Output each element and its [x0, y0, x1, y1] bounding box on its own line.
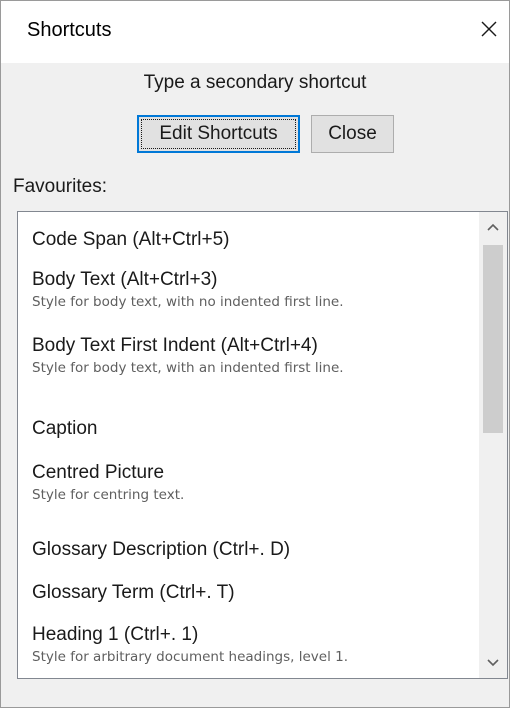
- edit-shortcuts-label: Edit Shortcuts: [159, 123, 278, 144]
- chevron-up-icon[interactable]: [479, 212, 507, 242]
- list-item[interactable]: Glossary Description (Ctrl+. D): [32, 538, 472, 562]
- chevron-down-icon[interactable]: [479, 648, 507, 678]
- item-title: Heading 1 (Ctrl+. 1): [32, 624, 199, 645]
- close-button[interactable]: Close: [311, 115, 394, 153]
- shortcuts-dialog: Shortcuts Type a secondary shortcut Edit…: [0, 0, 510, 708]
- item-description: Style for arbitrary document headings, l…: [32, 649, 349, 665]
- close-icon[interactable]: [473, 13, 505, 45]
- list-item[interactable]: Body Text (Alt+Ctrl+3) Style for body te…: [32, 268, 472, 312]
- list-item[interactable]: Caption: [32, 417, 472, 441]
- item-title: Body Text (Alt+Ctrl+3): [32, 269, 218, 290]
- item-title: Centred Picture: [32, 462, 165, 483]
- title-bar: Shortcuts: [1, 1, 509, 63]
- list-item[interactable]: Heading 1 (Ctrl+. 1) Style for arbitrary…: [32, 623, 472, 667]
- list-item[interactable]: Body Text First Indent (Alt+Ctrl+4) Styl…: [32, 334, 472, 378]
- item-description: Style for body text, with no indented fi…: [32, 294, 344, 310]
- item-description: Style for body text, with an indented fi…: [32, 360, 344, 376]
- list-item[interactable]: Glossary Term (Ctrl+. T): [32, 581, 472, 605]
- list-item[interactable]: Centred Picture Style for centring text.: [32, 461, 472, 505]
- item-title: Glossary Term (Ctrl+. T): [32, 582, 235, 603]
- favourites-list[interactable]: Code Span (Alt+Ctrl+5) Body Text (Alt+Ct…: [17, 211, 508, 679]
- item-title: Body Text First Indent (Alt+Ctrl+4): [32, 335, 318, 356]
- edit-shortcuts-button[interactable]: Edit Shortcuts: [137, 115, 300, 153]
- vertical-scrollbar[interactable]: [479, 212, 507, 678]
- scroll-thumb[interactable]: [483, 245, 503, 433]
- item-title: Caption: [32, 418, 98, 439]
- close-button-label: Close: [328, 123, 377, 144]
- list-item[interactable]: Code Span (Alt+Ctrl+5): [32, 228, 472, 252]
- item-description: Style for centring text.: [32, 487, 185, 503]
- favourites-label: Favourites:: [13, 176, 107, 197]
- window-title: Shortcuts: [27, 19, 112, 41]
- item-title: Glossary Description (Ctrl+. D): [32, 539, 291, 560]
- instruction-text: Type a secondary shortcut: [143, 72, 367, 93]
- item-title: Code Span (Alt+Ctrl+5): [32, 229, 230, 250]
